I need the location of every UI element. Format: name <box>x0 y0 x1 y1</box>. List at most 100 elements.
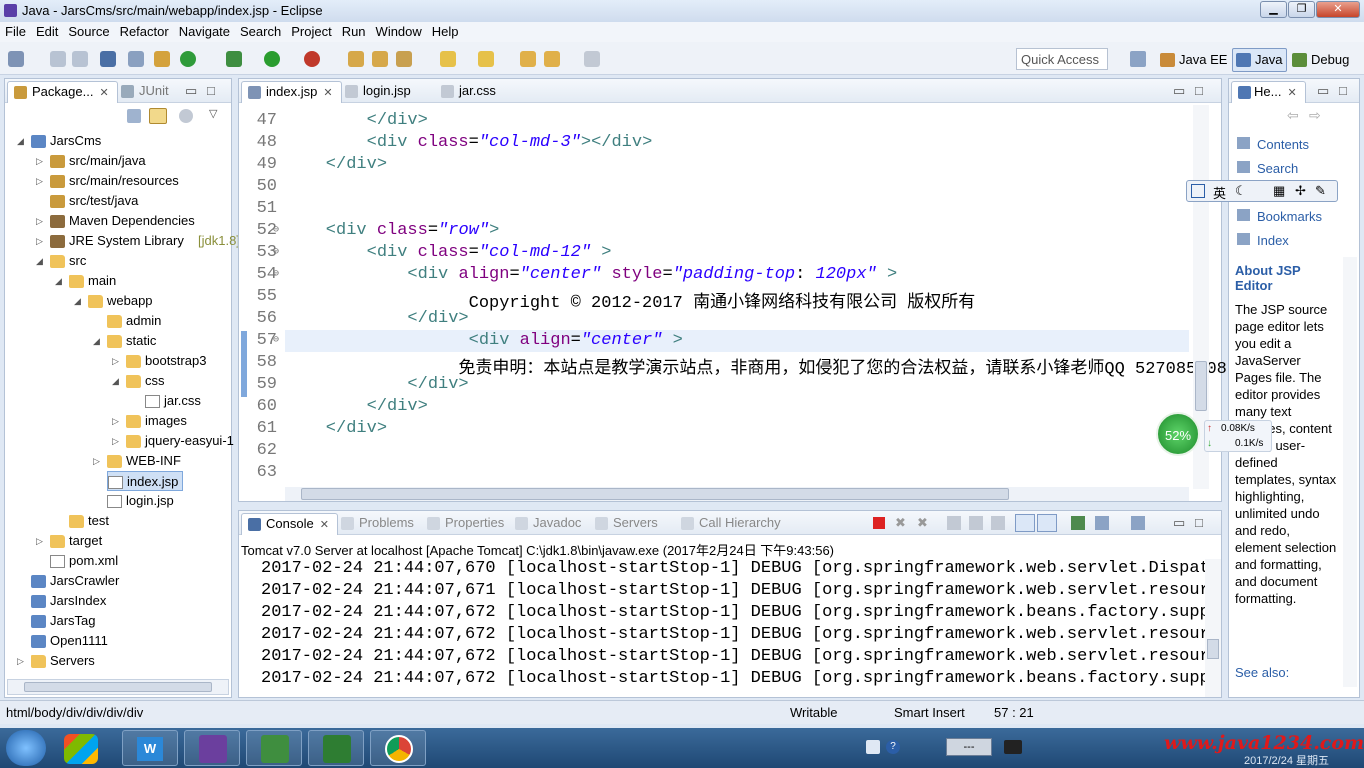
menu-refactor[interactable]: Refactor <box>115 22 174 42</box>
open-type-icon[interactable] <box>372 51 388 67</box>
show-on-stdout-icon[interactable] <box>1015 514 1035 532</box>
windows-app-icon[interactable] <box>64 734 98 764</box>
start-button[interactable] <box>6 730 46 766</box>
minimize-view-icon[interactable]: ▭ <box>1173 515 1185 531</box>
tab-help[interactable]: He... ✕ <box>1231 81 1306 103</box>
save-icon[interactable] <box>50 51 66 67</box>
menu-run[interactable]: Run <box>337 22 371 42</box>
help-see-also[interactable]: See also: <box>1235 665 1289 680</box>
tab-package-explorer[interactable]: Package... ✕ <box>7 81 118 103</box>
back-arrow-icon[interactable]: ⇦ <box>1287 107 1299 124</box>
tab-jar-css[interactable]: jar.css <box>435 81 504 103</box>
maximize-view-icon[interactable]: □ <box>1339 83 1347 98</box>
perspective-debug[interactable]: Debug <box>1288 48 1354 72</box>
help-link-search[interactable]: Search <box>1237 157 1322 181</box>
close-icon[interactable]: ✕ <box>99 87 108 99</box>
perspective-java[interactable]: Java <box>1232 48 1288 72</box>
open-perspective-icon[interactable] <box>1130 51 1146 67</box>
collapse-all-icon[interactable] <box>127 109 141 123</box>
tab-call-hierarchy[interactable]: Call Hierarchy <box>675 513 789 535</box>
help-link-index[interactable]: Index <box>1237 229 1322 253</box>
taskbar-camtasia-recorder[interactable] <box>308 730 364 766</box>
terminate-icon[interactable] <box>873 517 885 529</box>
new-icon[interactable] <box>8 51 24 67</box>
maximize-view-icon[interactable]: □ <box>1195 515 1203 530</box>
help-link-bookmarks[interactable]: Bookmarks <box>1237 205 1322 229</box>
menu-edit[interactable]: Edit <box>31 22 63 42</box>
network-monitor[interactable]: 52% ↑ 0.08K/s ↓ 0.1K/s <box>1156 412 1276 458</box>
collapsed-arrow-icon[interactable]: ▷ <box>36 231 43 251</box>
menu-source[interactable]: Source <box>63 22 114 42</box>
build-icon[interactable] <box>154 51 170 67</box>
refresh-icon[interactable] <box>180 51 196 67</box>
expanded-arrow-icon[interactable]: ◢ <box>112 371 119 391</box>
clear-console-icon[interactable] <box>947 516 961 530</box>
open-console-icon[interactable] <box>1131 516 1145 530</box>
expanded-arrow-icon[interactable]: ◢ <box>36 251 43 271</box>
tree-item[interactable]: index.jsp <box>107 471 183 491</box>
menu-navigate[interactable]: Navigate <box>174 22 235 42</box>
close-icon[interactable]: ✕ <box>1287 87 1296 99</box>
back-edit-icon[interactable] <box>520 51 536 67</box>
remove-launch-icon[interactable]: ✖ <box>895 516 909 530</box>
symbol-icon[interactable]: ✢ <box>1295 183 1306 199</box>
view-menu-filter-icon[interactable] <box>179 109 193 123</box>
run-icon[interactable] <box>264 51 280 67</box>
ime-language[interactable]: 英 <box>1213 183 1226 202</box>
expanded-arrow-icon[interactable]: ◢ <box>17 131 24 151</box>
expanded-arrow-icon[interactable]: ◢ <box>74 291 81 311</box>
tab-console[interactable]: Console ✕ <box>241 513 338 535</box>
horizontal-scrollbar[interactable] <box>7 679 229 695</box>
input-indicator[interactable]: --- <box>946 738 992 756</box>
word-wrap-icon[interactable] <box>991 516 1005 530</box>
battery-icon[interactable] <box>1004 740 1022 754</box>
vertical-scrollbar[interactable] <box>1343 257 1357 687</box>
search-tool-icon[interactable] <box>396 51 412 67</box>
next-annotation-icon[interactable] <box>478 51 494 67</box>
menu-search[interactable]: Search <box>235 22 286 42</box>
console-output[interactable]: 2017-02-24 21:44:07,670 [localhost-start… <box>239 559 1205 697</box>
close-icon[interactable]: ✕ <box>323 87 332 99</box>
scrollbar-thumb[interactable] <box>301 488 1009 500</box>
show-on-stderr-icon[interactable] <box>1037 514 1057 532</box>
help-link-contents[interactable]: Contents <box>1237 133 1322 157</box>
tab-servers[interactable]: Servers <box>589 513 666 535</box>
scroll-lock-icon[interactable] <box>969 516 983 530</box>
external-tools-icon[interactable] <box>304 51 320 67</box>
keyboard-icon[interactable]: ▦ <box>1273 183 1285 199</box>
scrollbar-thumb[interactable] <box>1195 361 1207 411</box>
collapsed-arrow-icon[interactable]: ▷ <box>112 411 119 431</box>
collapsed-arrow-icon[interactable]: ▷ <box>93 451 100 471</box>
tab-problems[interactable]: Problems <box>335 513 422 535</box>
quick-access-input[interactable]: Quick Access <box>1016 48 1108 70</box>
tab-junit[interactable]: JUnit <box>115 81 177 103</box>
menu-help[interactable]: Help <box>427 22 464 42</box>
menu-project[interactable]: Project <box>286 22 336 42</box>
pin-console-icon[interactable] <box>1071 516 1085 530</box>
skip-breakpoints-icon[interactable] <box>128 51 144 67</box>
forward-icon[interactable] <box>584 51 600 67</box>
link-editor-icon[interactable] <box>149 108 167 124</box>
horizontal-scrollbar[interactable] <box>285 487 1189 501</box>
console-icon[interactable] <box>100 51 116 67</box>
tab-index-jsp[interactable]: index.jsp ✕ <box>241 81 342 103</box>
taskbar-camtasia[interactable] <box>246 730 302 766</box>
collapsed-arrow-icon[interactable]: ▷ <box>112 351 119 371</box>
expanded-arrow-icon[interactable]: ◢ <box>55 271 62 291</box>
display-console-icon[interactable] <box>1095 516 1109 530</box>
code-editor[interactable]: 47 </div> 48 <div class="col-md-3"></div>… <box>239 103 1227 482</box>
close-button[interactable]: ✕ <box>1316 1 1360 18</box>
maximize-button[interactable]: ❐ <box>1288 1 1315 18</box>
expanded-arrow-icon[interactable]: ◢ <box>93 331 100 351</box>
scrollbar-thumb[interactable] <box>24 682 212 692</box>
minimize-view-icon[interactable]: ▭ <box>1173 83 1185 99</box>
menu-file[interactable]: File <box>0 22 31 42</box>
tab-javadoc[interactable]: Javadoc <box>509 513 589 535</box>
collapsed-arrow-icon[interactable]: ▷ <box>36 171 43 191</box>
collapsed-arrow-icon[interactable]: ▷ <box>36 531 43 551</box>
minimize-view-icon[interactable]: ▭ <box>185 83 197 99</box>
fold-icon[interactable]: ⊖ <box>273 268 279 280</box>
annotation-icon[interactable] <box>440 51 456 67</box>
forward-arrow-icon[interactable]: ⇨ <box>1309 107 1321 124</box>
wrench-icon[interactable]: ✎ <box>1315 183 1326 199</box>
